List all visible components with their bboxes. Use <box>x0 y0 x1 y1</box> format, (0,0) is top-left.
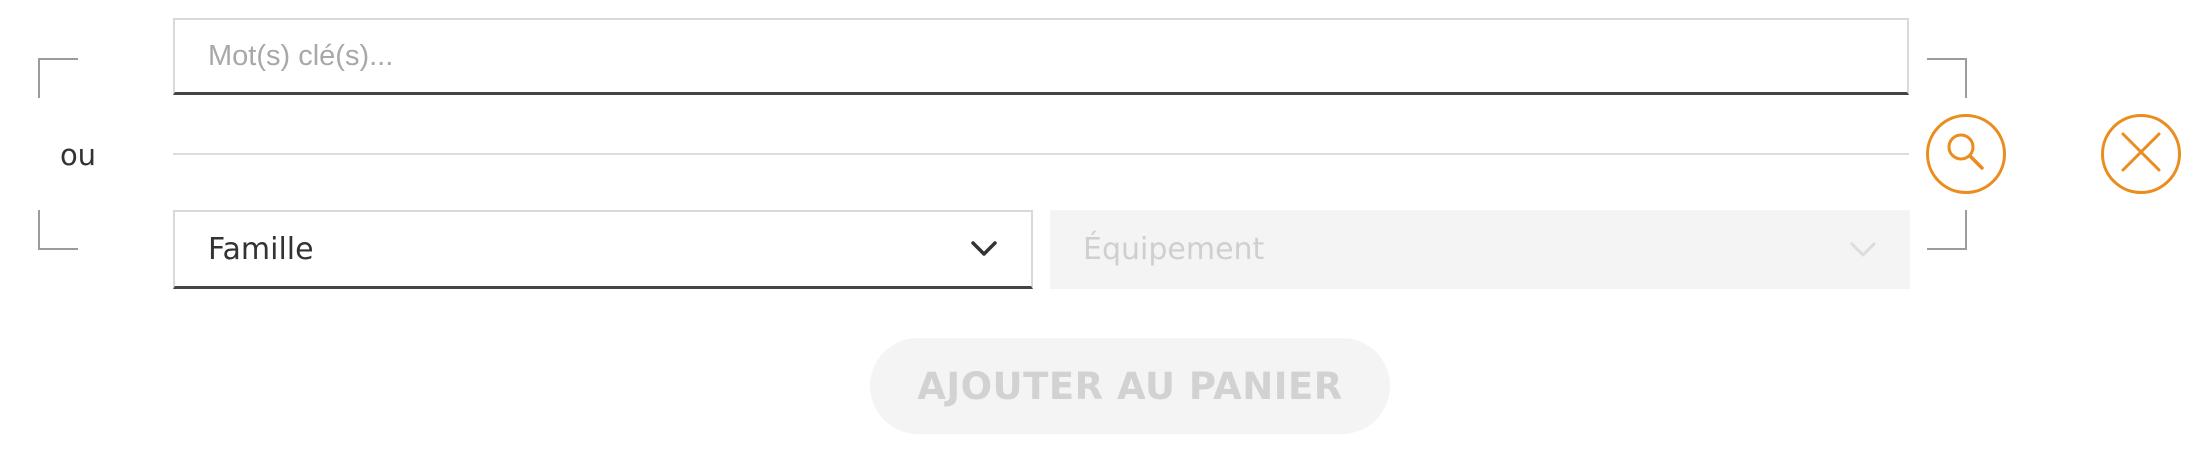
or-separator-label: ou <box>59 138 97 172</box>
family-select-value: Famille <box>208 231 314 267</box>
chevron-down-icon <box>970 240 998 258</box>
divider-line <box>173 153 1909 155</box>
search-button[interactable] <box>1926 114 2006 194</box>
search-icon <box>1944 130 1988 179</box>
search-panel: ou Famille Équipement <box>0 0 2198 452</box>
equipment-select: Équipement <box>1050 210 1910 289</box>
bracket-bottom-right <box>1927 210 1967 250</box>
close-icon <box>2119 130 2163 179</box>
bracket-top-right <box>1927 58 1967 98</box>
chevron-down-icon <box>1849 241 1877 259</box>
keyword-search-input[interactable] <box>173 18 1909 95</box>
family-select[interactable]: Famille <box>173 210 1033 289</box>
add-to-cart-button: AJOUTER AU PANIER <box>870 338 1390 434</box>
bracket-bottom-left <box>38 210 78 250</box>
bracket-top-left <box>38 58 78 98</box>
equipment-select-value: Équipement <box>1083 232 1265 267</box>
clear-button[interactable] <box>2101 114 2181 194</box>
